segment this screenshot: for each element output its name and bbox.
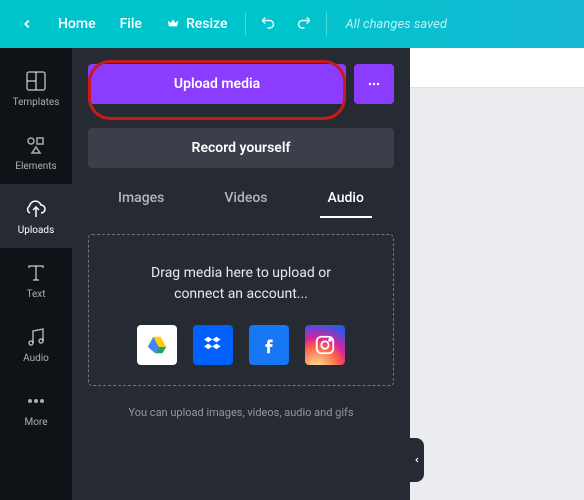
redo-icon [294,13,312,31]
media-tabs: Images Videos Audio [88,180,394,218]
tab-label: Images [118,190,164,206]
undo-button[interactable] [252,5,286,43]
connect-instagram[interactable] [305,325,345,365]
canvas-toolbar [410,48,584,88]
sidebar-label: Templates [13,97,60,108]
connect-facebook[interactable] [249,325,289,365]
sidebar-item-audio[interactable]: Audio [0,312,72,376]
sidebar-label: More [24,417,47,428]
tab-videos[interactable]: Videos [216,180,275,218]
more-icon [24,389,48,413]
dropzone-text: Drag media here to upload or connect an … [105,263,377,305]
dropbox-icon [202,334,224,356]
sidebar-item-templates[interactable]: Templates [0,56,72,120]
sidebar-item-elements[interactable]: Elements [0,120,72,184]
home-button[interactable]: Home [46,8,108,40]
sidebar-item-text[interactable]: Text [0,248,72,312]
crown-icon [166,17,180,31]
google-drive-icon [146,334,168,356]
sidebar-label: Elements [15,161,56,172]
undo-icon [260,13,278,31]
connect-dropbox[interactable] [193,325,233,365]
templates-icon [24,69,48,93]
chevron-left-icon [413,456,421,464]
left-sidebar: Templates Elements Uploads Text Audio Mo… [0,48,72,500]
connect-google-drive[interactable] [137,325,177,365]
upload-label: Upload media [174,76,260,92]
toolbar-divider [326,12,327,36]
uploads-panel: Upload media Record yourself Images Vide… [72,48,410,500]
connect-services [105,325,377,365]
panel-collapse-button[interactable] [410,438,424,482]
file-label: File [120,16,142,32]
record-yourself-button[interactable]: Record yourself [88,128,394,168]
tab-images[interactable]: Images [110,180,172,218]
sidebar-item-more[interactable]: More [0,376,72,440]
upload-dropzone[interactable]: Drag media here to upload or connect an … [88,234,394,386]
tab-label: Audio [328,190,364,206]
resize-label: Resize [186,16,228,32]
main-area: Templates Elements Uploads Text Audio Mo… [0,48,584,500]
tab-audio[interactable]: Audio [320,180,372,218]
upload-hint: You can upload images, videos, audio and… [88,406,394,419]
upload-button-row: Upload media [88,64,394,116]
facebook-icon [258,334,280,356]
ellipsis-icon [366,76,382,92]
sidebar-label: Audio [23,353,49,364]
elements-icon [24,133,48,157]
home-label: Home [58,16,96,32]
tab-label: Videos [224,190,267,206]
upload-more-button[interactable] [354,64,394,104]
chevron-left-icon [20,17,34,31]
sidebar-label: Uploads [18,225,54,236]
resize-menu[interactable]: Resize [154,8,240,40]
uploads-icon [24,197,48,221]
top-toolbar: Home File Resize All changes saved [0,0,584,48]
sidebar-label: Text [26,289,45,300]
file-menu[interactable]: File [108,8,154,40]
record-label: Record yourself [192,140,291,156]
toolbar-divider [245,12,246,36]
back-button[interactable] [8,9,46,39]
redo-button[interactable] [286,5,320,43]
save-status: All changes saved [345,17,446,32]
dropzone-line2: connect an account... [174,286,308,302]
dropzone-line1: Drag media here to upload or [151,265,331,281]
sidebar-item-uploads[interactable]: Uploads [0,184,72,248]
canvas-area[interactable] [410,48,584,500]
audio-icon [24,325,48,349]
instagram-icon [314,334,336,356]
upload-media-button[interactable]: Upload media [88,64,346,104]
text-icon [24,261,48,285]
